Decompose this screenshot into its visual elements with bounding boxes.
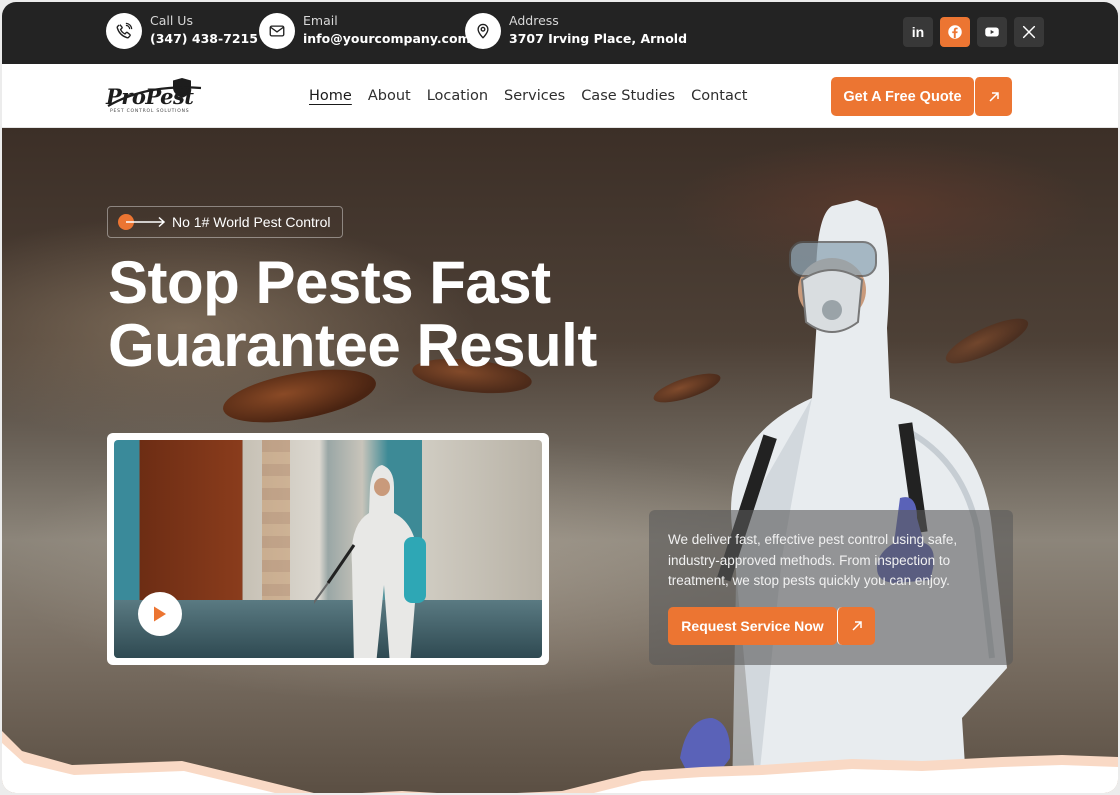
- request-service-button[interactable]: Request Service Now: [668, 607, 837, 645]
- social-links: in: [903, 17, 1044, 47]
- video-thumbnail-card[interactable]: [107, 433, 549, 665]
- call-us-label: Call Us: [150, 13, 193, 28]
- hero-info-card: We deliver fast, effective pest control …: [649, 510, 1013, 665]
- youtube-icon[interactable]: [977, 17, 1007, 47]
- hero-title-line-2: Guarantee Result: [108, 312, 597, 379]
- arrow-line-icon: [118, 214, 166, 230]
- linkedin-icon[interactable]: in: [903, 17, 933, 47]
- sprayer-person-image: [314, 465, 426, 658]
- get-free-quote-button[interactable]: Get A Free Quote: [831, 77, 974, 116]
- phone-icon: [106, 13, 142, 49]
- email-address[interactable]: info@yourcompany.com: [303, 29, 471, 49]
- nav-item-contact[interactable]: Contact: [691, 88, 747, 104]
- hero-section: No 1# World Pest Control Stop Pests Fast…: [2, 128, 1118, 793]
- address-value[interactable]: 3707 Irving Place, Arnold: [509, 29, 687, 49]
- play-icon: [154, 606, 166, 622]
- mail-icon: [259, 13, 295, 49]
- logo-subtitle: PEST CONTROL SOLUTIONS: [110, 109, 190, 114]
- nav-item-case-studies[interactable]: Case Studies: [581, 88, 675, 104]
- phone-number[interactable]: (347) 438-7215: [150, 29, 258, 49]
- page-frame: Call Us (347) 438-7215 Email info@yourco…: [2, 2, 1118, 793]
- propest-logo[interactable]: ProPest PEST CONTROL SOLUTIONS: [106, 76, 216, 118]
- arrow-up-right-icon[interactable]: [837, 607, 875, 645]
- top-contact-bar: Call Us (347) 438-7215 Email info@yourco…: [2, 2, 1118, 64]
- logo-wordmark: ProPest: [106, 84, 194, 109]
- hero-description: We deliver fast, effective pest control …: [668, 532, 958, 588]
- main-navigation: ProPest PEST CONTROL SOLUTIONS Home Abou…: [2, 64, 1118, 128]
- arrow-up-right-icon[interactable]: [974, 77, 1012, 116]
- play-video-button[interactable]: [138, 592, 182, 636]
- address-contact[interactable]: Address 3707 Irving Place, Arnold: [465, 13, 687, 49]
- nav-item-home[interactable]: Home: [309, 88, 352, 104]
- nav-item-location[interactable]: Location: [427, 88, 488, 104]
- x-twitter-icon[interactable]: [1014, 17, 1044, 47]
- email-contact[interactable]: Email info@yourcompany.com: [259, 13, 471, 49]
- video-thumbnail-image: [114, 440, 542, 658]
- map-pin-icon: [465, 13, 501, 49]
- email-label: Email: [303, 13, 338, 28]
- nav-item-services[interactable]: Services: [504, 88, 565, 104]
- nav-menu: Home About Location Services Case Studie…: [309, 88, 748, 104]
- call-us-contact[interactable]: Call Us (347) 438-7215: [106, 13, 258, 49]
- hero-badge-text: No 1# World Pest Control: [172, 214, 331, 230]
- facebook-icon[interactable]: [940, 17, 970, 47]
- nav-item-about[interactable]: About: [368, 88, 411, 104]
- torn-paper-divider: [2, 731, 1118, 793]
- hero-badge: No 1# World Pest Control: [107, 206, 343, 238]
- address-label: Address: [509, 13, 559, 28]
- hero-title-line-1: Stop Pests Fast: [108, 249, 551, 316]
